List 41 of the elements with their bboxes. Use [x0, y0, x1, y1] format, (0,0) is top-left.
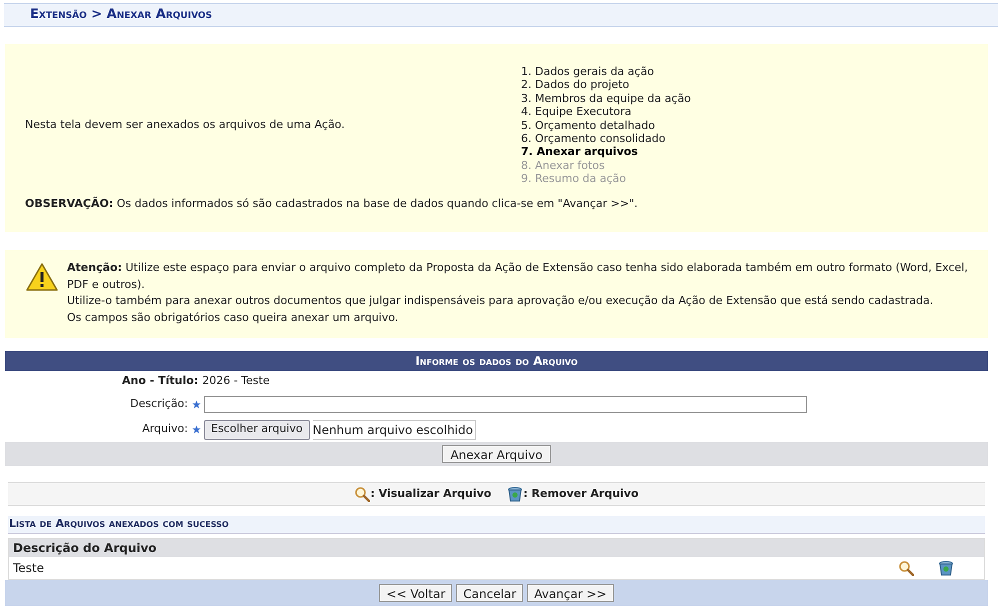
- step-item: 2. Dados do projeto: [521, 78, 630, 92]
- step-item: 8. Anexar fotos: [521, 158, 606, 172]
- warning-icon: [25, 262, 59, 292]
- required-star-icon: [192, 400, 200, 410]
- warning-text: Os campos são obrigatórios caso queira anexar um arquivo.: [67, 310, 400, 326]
- view-button[interactable]: [898, 560, 914, 576]
- nav-button[interactable]: Cancelar: [456, 584, 524, 602]
- description-label: Descrição:: [129, 396, 188, 412]
- required-star-icon: [192, 425, 200, 434]
- table-header: Descrição do Arquivo: [9, 539, 984, 558]
- step-item: 4. Equipe Executora: [521, 105, 632, 119]
- breadcrumb: Extensão > Anexar Arquivos: [30, 6, 212, 24]
- warning-text: Utilize-o também para anexar outros documentos que julgar indispensáveis para aprovação e/ou execução da Ação de Extensão que está sendo cadastrada.: [67, 293, 934, 310]
- remove-button[interactable]: [938, 560, 954, 576]
- magnifier-icon: [898, 560, 914, 576]
- description-field[interactable]: [204, 396, 807, 414]
- choose-file-button[interactable]: Escolher arquivo: [204, 420, 310, 440]
- warning-text: Atenção: Utilize este espaço para enviar o arquivo completo da Proposta da Ação de Extensão caso tenha sido elaborada também em outro formato (Word, Excel, PDF e outros).: [67, 260, 969, 293]
- remove-legend: : Remover Arquivo: [523, 486, 639, 502]
- step-item: 1. Dados gerais da ação: [521, 65, 655, 78]
- year-title-label: Ano - Título:: [122, 373, 198, 390]
- magnifier-icon: [354, 486, 370, 502]
- trash-icon: [507, 486, 524, 502]
- step-item: 3. Membros da equipe da ação: [521, 92, 691, 106]
- view-legend: : Visualizar Arquivo: [370, 486, 492, 502]
- intro-text: Nesta tela devem ser anexados os arquivos de uma Ação.: [25, 117, 346, 134]
- table-cell-text: Teste: [13, 560, 46, 578]
- step-item: 7. Anexar arquivos: [521, 145, 639, 159]
- nav-button[interactable]: << Voltar: [379, 584, 452, 602]
- observation-text: OBSERVAÇÃO: Os dados informados só são cadastrados na base de dados quando clica-se em "Avançar >>".: [25, 196, 639, 212]
- step-item: 6. Orçamento consolidado: [521, 132, 666, 146]
- step-item: 5. Orçamento detalhado: [521, 118, 656, 132]
- step-item: 9. Resumo da ação: [521, 172, 628, 186]
- form-header: Informe os dados do Arquivo: [5, 351, 988, 372]
- no-file-text: Nenhum arquivo escolhido: [312, 420, 476, 440]
- file-label: Arquivo:: [141, 421, 188, 438]
- attach-file-button[interactable]: Anexar Arquivo: [442, 445, 551, 464]
- year-title-value: 2026 - Teste: [202, 373, 270, 390]
- trash-icon: [938, 560, 954, 576]
- list-title: Lista de Arquivos anexados com sucesso: [9, 516, 229, 532]
- nav-button[interactable]: Avançar >>: [527, 584, 614, 602]
